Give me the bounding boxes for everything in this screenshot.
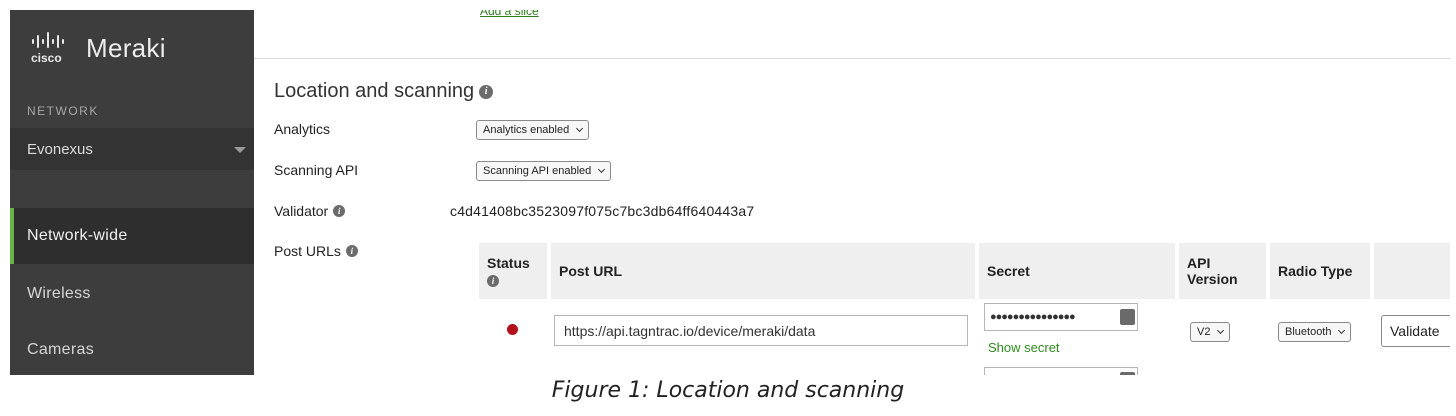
add-slice-link[interactable]: Add a slice [480, 10, 539, 18]
column-header-api-version: API Version [1179, 243, 1266, 299]
svg-text:cisco: cisco [31, 51, 62, 65]
meraki-dashboard: cisco Meraki NETWORK Evonexus Network-wi… [10, 10, 1450, 375]
sidebar-item-label: Network-wide [27, 227, 128, 244]
post-urls-label-text: Post URLs [274, 243, 341, 259]
sidebar: cisco Meraki NETWORK Evonexus Network-wi… [10, 10, 254, 375]
info-icon[interactable]: i [345, 245, 358, 257]
password-manager-icon[interactable] [1120, 372, 1135, 375]
column-header-post-url-text: Post URL [559, 263, 622, 279]
section-title: Location and scanning i [274, 80, 494, 103]
column-header-status: Status i [479, 243, 547, 299]
analytics-select[interactable]: Analytics enabled [476, 120, 590, 140]
status-indicator [507, 324, 518, 335]
info-icon[interactable]: i [487, 275, 499, 287]
sidebar-item-label: Cameras [27, 341, 95, 358]
column-header-secret: Secret [979, 243, 1175, 299]
scanning-api-label-text: Scanning API [274, 162, 359, 178]
info-icon[interactable]: i [479, 84, 494, 99]
chevron-down-icon [1338, 326, 1346, 335]
network-selector-value: Evonexus [27, 140, 93, 158]
chevron-down-icon [598, 165, 606, 174]
api-version-select-value: V2 [1197, 326, 1211, 338]
chevron-down-icon [1217, 326, 1225, 335]
validate-button[interactable]: Validate [1381, 315, 1450, 347]
secret-input[interactable]: ●●●●●●●●●●●●●●● [984, 303, 1138, 331]
caret-down-icon [234, 147, 246, 153]
analytics-label: Analytics [274, 121, 330, 137]
sidebar-item-network-wide[interactable]: Network-wide [10, 208, 254, 264]
validator-label: Validator i [274, 203, 346, 219]
sidebar-item-cameras[interactable]: Cameras [10, 322, 254, 375]
divider [254, 58, 1450, 59]
sidebar-item-label: Wireless [27, 285, 91, 302]
secret-masked-value: ●●●●●●●●●●●●●●● [990, 311, 1076, 323]
validator-value: c4d41408bc3523097f075c7bc3db64ff640443a7 [450, 203, 755, 219]
scanning-api-select-value: Scanning API enabled [483, 165, 592, 177]
sidebar-item-wireless[interactable]: Wireless [10, 266, 254, 322]
main-content: Add a slice Location and scanning i Anal… [254, 10, 1450, 375]
post-url-value: https://api.tagntrac.io/device/meraki/da… [564, 322, 816, 339]
column-header-api-text: API [1187, 255, 1211, 271]
validator-label-text: Validator [274, 203, 329, 219]
column-header-status-text: Status [487, 255, 530, 271]
validate-button-label: Validate [1390, 323, 1440, 339]
column-header-actions [1374, 243, 1450, 299]
column-header-version-text: Version [1187, 271, 1238, 287]
chevron-down-icon [576, 124, 584, 133]
show-secret-link[interactable]: Show secret [988, 340, 1060, 355]
figure-caption: Figure 1: Location and scanning [551, 378, 905, 403]
analytics-select-value: Analytics enabled [483, 124, 570, 136]
radio-type-select[interactable]: Bluetooth [1278, 322, 1352, 342]
api-version-select[interactable]: V2 [1190, 322, 1231, 342]
column-header-radio-type: Radio Type [1270, 243, 1370, 299]
column-header-radio-type-text: Radio Type [1278, 263, 1353, 279]
cisco-logo-icon: cisco [31, 32, 64, 65]
analytics-label-text: Analytics [274, 121, 331, 137]
network-section-label: NETWORK [27, 104, 99, 118]
network-selector[interactable]: Evonexus [10, 128, 254, 170]
column-header-post-url: Post URL [551, 243, 975, 299]
post-url-input[interactable]: https://api.tagntrac.io/device/meraki/da… [554, 315, 968, 346]
brand-name: Meraki [86, 32, 166, 63]
secret-input-secondary[interactable] [984, 367, 1138, 375]
password-manager-icon[interactable] [1120, 309, 1135, 325]
post-urls-label: Post URLs i [274, 243, 358, 259]
column-header-secret-text: Secret [987, 263, 1030, 279]
section-title-text: Location and scanning [274, 80, 475, 102]
scanning-api-select[interactable]: Scanning API enabled [476, 161, 612, 181]
radio-type-select-value: Bluetooth [1285, 326, 1332, 338]
info-icon[interactable]: i [333, 205, 346, 217]
scanning-api-label: Scanning API [274, 162, 358, 178]
brand[interactable]: cisco Meraki [30, 28, 166, 68]
